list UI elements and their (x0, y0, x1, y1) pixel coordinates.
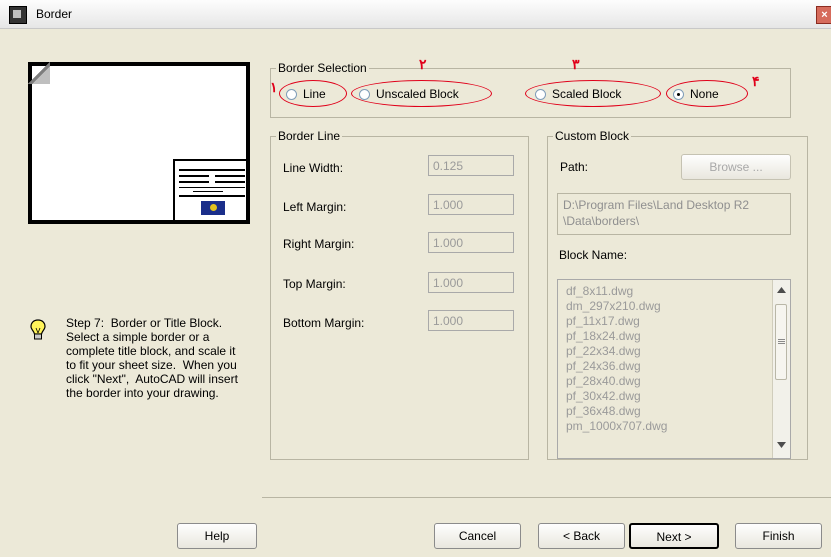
title-block-graphic (173, 159, 249, 223)
list-item[interactable]: pm_1000x707.dwg (558, 419, 790, 434)
browse-button[interactable]: Browse ... (681, 154, 791, 180)
block-name-list[interactable]: df_8x11.dwg dm_297x210.dwg pf_11x17.dwg … (557, 279, 791, 459)
button-separator (262, 497, 831, 498)
list-item[interactable]: pf_18x24.dwg (558, 329, 790, 344)
annotation-ellipse-line (279, 80, 347, 107)
app-icon (9, 6, 27, 24)
title-block-logo (201, 201, 225, 215)
scrollbar-thumb[interactable] (775, 304, 787, 380)
annotation-number-4: ۴ (752, 73, 760, 89)
right-margin-label: Right Margin: (283, 237, 355, 251)
list-item[interactable]: pf_22x34.dwg (558, 344, 790, 359)
list-item[interactable]: dm_297x210.dwg (558, 299, 790, 314)
top-margin-field[interactable]: 1.000 (428, 272, 514, 293)
grip-icon (778, 339, 785, 344)
custom-block-legend: Custom Block (553, 129, 632, 143)
scroll-down-arrow-icon[interactable] (777, 442, 786, 448)
annotation-number-1: ١ (270, 79, 278, 95)
window-title: Border (36, 7, 73, 21)
left-margin-label: Left Margin: (283, 200, 347, 214)
close-button[interactable]: × (816, 6, 831, 24)
block-name-label: Block Name: (559, 248, 628, 262)
line-width-field[interactable]: 0.125 (428, 155, 514, 176)
back-button[interactable]: < Back (538, 523, 625, 549)
border-line-legend: Border Line (276, 129, 343, 143)
annotation-ellipse-unscaled (351, 80, 492, 107)
list-item[interactable]: pf_28x40.dwg (558, 374, 790, 389)
bottom-margin-label: Bottom Margin: (283, 316, 365, 330)
list-item[interactable]: pf_11x17.dwg (558, 314, 790, 329)
path-display: D:\Program Files\Land Desktop R2 \Data\b… (557, 193, 791, 235)
scroll-up-arrow-icon[interactable] (777, 287, 786, 293)
annotation-number-3: ٣ (572, 56, 580, 72)
lightbulb-icon (30, 319, 46, 340)
help-button[interactable]: Help (177, 523, 257, 549)
right-margin-field[interactable]: 1.000 (428, 232, 514, 253)
list-item[interactable]: pf_24x36.dwg (558, 359, 790, 374)
border-line-group (270, 136, 529, 460)
border-selection-legend: Border Selection (276, 61, 369, 75)
annotation-number-2: ٢ (419, 56, 427, 72)
list-item[interactable]: pf_30x42.dwg (558, 389, 790, 404)
page-fold-corner (28, 62, 50, 84)
finish-button[interactable]: Finish (735, 523, 822, 549)
list-item[interactable]: df_8x11.dwg (558, 284, 790, 299)
next-button[interactable]: Next > (629, 523, 719, 549)
path-label: Path: (560, 160, 589, 174)
path-value: D:\Program Files\Land Desktop R2 \Data\b… (563, 198, 750, 228)
bottom-margin-field[interactable]: 1.000 (428, 310, 514, 331)
title-bar: Border × (0, 0, 831, 29)
list-item[interactable]: pf_36x48.dwg (558, 404, 790, 419)
line-width-label: Line Width: (283, 161, 344, 175)
cancel-button[interactable]: Cancel (434, 523, 521, 549)
list-scrollbar[interactable] (772, 280, 790, 458)
top-margin-label: Top Margin: (283, 277, 346, 291)
left-margin-field[interactable]: 1.000 (428, 194, 514, 215)
annotation-ellipse-scaled (525, 80, 661, 107)
step-instructions: Step 7: Border or Title Block. Select a … (66, 316, 238, 400)
border-preview-image (28, 62, 250, 224)
annotation-ellipse-none (666, 80, 748, 107)
